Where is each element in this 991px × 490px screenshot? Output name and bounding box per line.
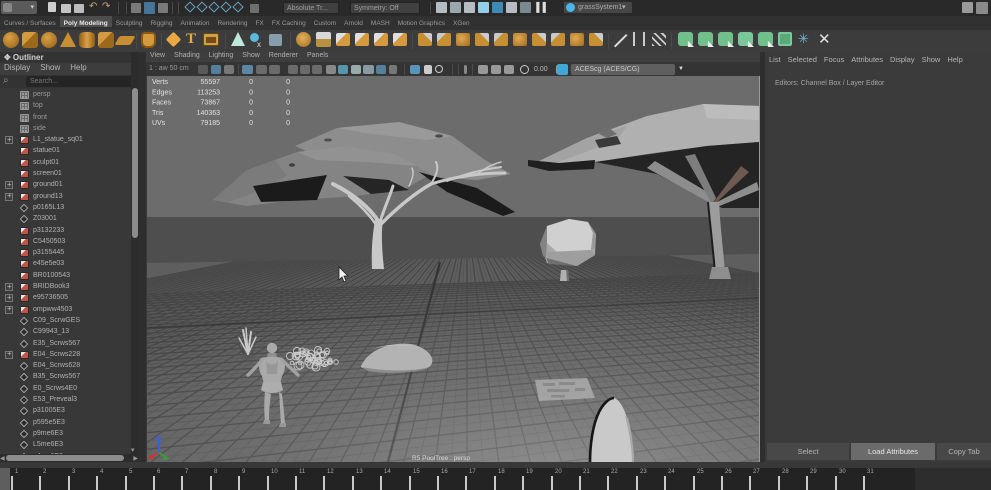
svg-text:79185: 79185 (201, 120, 221, 127)
svg-text:0: 0 (249, 120, 253, 127)
svg-text:0: 0 (286, 89, 290, 96)
svg-text:0: 0 (286, 79, 290, 86)
svg-text:113253: 113253 (197, 89, 220, 96)
svg-text:0: 0 (286, 110, 290, 117)
svg-text:0: 0 (249, 110, 253, 117)
svg-text:R5 PoolTree : persp: R5 PoolTree : persp (412, 455, 470, 462)
svg-text:73867: 73867 (201, 100, 221, 107)
svg-text:140363: 140363 (197, 110, 220, 117)
svg-text:0: 0 (249, 89, 253, 96)
svg-text:Edges: Edges (152, 89, 172, 96)
svg-text:55597: 55597 (201, 79, 221, 86)
svg-text:0: 0 (286, 120, 290, 127)
svg-text:Verts: Verts (152, 79, 168, 86)
svg-text:Faces: Faces (152, 100, 172, 107)
svg-text:Tris: Tris (152, 110, 164, 117)
svg-text:0: 0 (249, 79, 253, 86)
svg-text:0: 0 (286, 100, 290, 107)
svg-text:UVs: UVs (152, 120, 166, 127)
svg-text:0: 0 (249, 100, 253, 107)
